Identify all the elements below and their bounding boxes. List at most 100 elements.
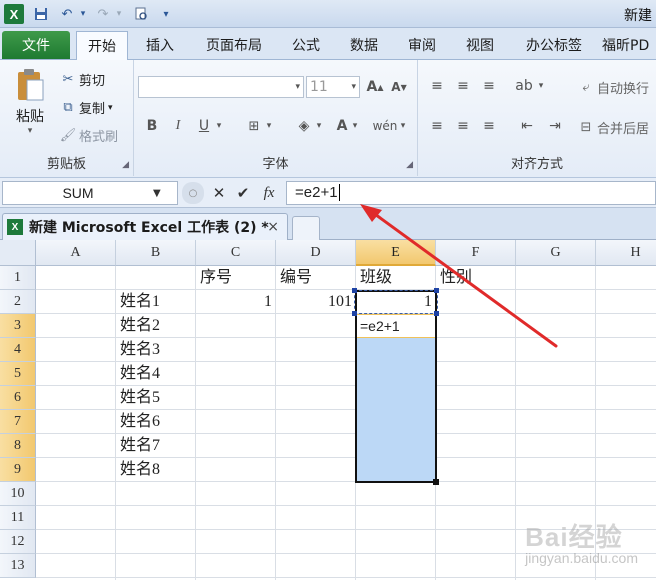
- column-header-d[interactable]: D: [276, 240, 356, 266]
- merge-center-button[interactable]: ⊟ 合并后居: [578, 118, 649, 137]
- fill-handle[interactable]: [433, 479, 439, 485]
- new-workbook-tab[interactable]: [292, 216, 320, 240]
- workbook-tab[interactable]: X 新建 Microsoft Excel 工作表 (2) * ×: [2, 213, 288, 240]
- align-top-icon[interactable]: ≡: [428, 76, 446, 96]
- decrease-indent-icon[interactable]: ⇤: [518, 116, 536, 136]
- tab-office-tab[interactable]: 办公标签: [514, 31, 594, 59]
- fill-color-icon[interactable]: ◈: [294, 116, 314, 136]
- tab-data[interactable]: 数据: [338, 31, 390, 59]
- font-color-dropdown-icon[interactable]: ▾: [350, 116, 360, 136]
- wrap-text-button[interactable]: ⤶ 自动换行: [578, 78, 649, 97]
- align-right-icon[interactable]: ≡: [480, 116, 498, 136]
- bold-icon[interactable]: B: [144, 116, 160, 136]
- font-launcher-icon[interactable]: ◢: [406, 160, 413, 170]
- cell-c1[interactable]: 序号: [196, 266, 276, 290]
- row-header-3[interactable]: 3: [0, 314, 36, 338]
- phonetic-dropdown-icon[interactable]: ▾: [398, 116, 408, 136]
- tab-home[interactable]: 开始: [76, 31, 128, 60]
- borders-icon[interactable]: ⊞: [244, 116, 264, 136]
- cell-b2[interactable]: 姓名1: [116, 290, 196, 314]
- column-header-f[interactable]: F: [436, 240, 516, 266]
- tab-foxit-pdf[interactable]: 福昕PD: [602, 31, 656, 59]
- worksheet-grid[interactable]: ABCDEFGH 1 2 3 4 5 6 7 8 9 10 11 12 13 序号 编号 班级 性别 姓名1 1 1…: [0, 240, 656, 580]
- row-header-1[interactable]: 1: [0, 266, 36, 290]
- row-header-13[interactable]: 13: [0, 554, 36, 578]
- font-size-combo[interactable]: 11 ▾: [306, 76, 360, 98]
- column-header-b[interactable]: B: [116, 240, 196, 266]
- row-header-7[interactable]: 7: [0, 410, 36, 434]
- cell-b9[interactable]: 姓名8: [116, 458, 196, 482]
- row-header-2[interactable]: 2: [0, 290, 36, 314]
- undo-icon[interactable]: ↶: [58, 4, 76, 24]
- increase-indent-icon[interactable]: ⇥: [546, 116, 564, 136]
- formula-bar-grip-icon[interactable]: ○: [182, 182, 204, 204]
- tab-review[interactable]: 审阅: [398, 31, 446, 59]
- redo-dropdown-icon[interactable]: ▾: [114, 4, 124, 24]
- print-preview-icon[interactable]: [132, 4, 150, 24]
- phonetic-icon[interactable]: wén: [373, 116, 398, 136]
- insert-function-icon[interactable]: fx: [258, 182, 280, 204]
- chevron-down-icon[interactable]: ▼: [153, 188, 161, 199]
- borders-dropdown-icon[interactable]: ▾: [264, 116, 274, 136]
- tab-formulas[interactable]: 公式: [282, 31, 330, 59]
- font-name-combo[interactable]: ▾: [138, 76, 304, 98]
- row-header-11[interactable]: 11: [0, 506, 36, 530]
- close-icon[interactable]: ×: [267, 219, 279, 235]
- cancel-icon[interactable]: ✕: [210, 182, 228, 204]
- formula-input[interactable]: =e2+1: [286, 181, 656, 205]
- cut-button[interactable]: ✂ 剪切: [60, 70, 105, 89]
- align-bottom-icon[interactable]: ≡: [480, 76, 498, 96]
- fill-color-dropdown-icon[interactable]: ▾: [314, 116, 324, 136]
- tab-file[interactable]: 文件: [2, 31, 70, 59]
- cell-b5[interactable]: 姓名4: [116, 362, 196, 386]
- cell-b4[interactable]: 姓名3: [116, 338, 196, 362]
- shrink-font-icon[interactable]: A ▼: [390, 77, 408, 97]
- tab-page-layout[interactable]: 页面布局: [194, 31, 274, 59]
- cell-b7[interactable]: 姓名6: [116, 410, 196, 434]
- copy-button[interactable]: ⧉ 复制 ▾: [60, 98, 112, 117]
- cell-b8[interactable]: 姓名7: [116, 434, 196, 458]
- save-icon[interactable]: [32, 4, 50, 24]
- align-center-icon[interactable]: ≡: [454, 116, 472, 136]
- cell-d1[interactable]: 编号: [276, 266, 356, 290]
- orientation-icon[interactable]: ab: [514, 76, 534, 96]
- row-header-4[interactable]: 4: [0, 338, 36, 362]
- tab-insert[interactable]: 插入: [134, 31, 186, 59]
- underline-icon[interactable]: U: [196, 116, 212, 136]
- row-header-6[interactable]: 6: [0, 386, 36, 410]
- row-header-8[interactable]: 8: [0, 434, 36, 458]
- select-all-corner[interactable]: [0, 240, 36, 266]
- orientation-dropdown-icon[interactable]: ▾: [536, 76, 546, 96]
- cell-e3[interactable]: =e2+1: [356, 314, 436, 338]
- align-left-icon[interactable]: ≡: [428, 116, 446, 136]
- cell-e2[interactable]: 1: [356, 290, 436, 314]
- font-color-icon[interactable]: A: [334, 116, 350, 136]
- excel-app-icon[interactable]: X: [4, 4, 24, 24]
- row-header-9[interactable]: 9: [0, 458, 36, 482]
- row-header-12[interactable]: 12: [0, 530, 36, 554]
- column-header-g[interactable]: G: [516, 240, 596, 266]
- clipboard-launcher-icon[interactable]: ◢: [122, 160, 129, 170]
- italic-icon[interactable]: I: [170, 116, 186, 136]
- cell-f1[interactable]: 性别: [436, 266, 516, 290]
- column-header-a[interactable]: A: [36, 240, 116, 266]
- cell-c2[interactable]: 1: [196, 290, 276, 314]
- row-header-5[interactable]: 5: [0, 362, 36, 386]
- row-header-10[interactable]: 10: [0, 482, 36, 506]
- cell-e1[interactable]: 班级: [356, 266, 436, 290]
- underline-dropdown-icon[interactable]: ▾: [214, 116, 224, 136]
- paste-button[interactable]: 粘贴 ▾: [10, 68, 50, 136]
- column-header-h[interactable]: H: [596, 240, 656, 266]
- name-box[interactable]: SUM ▼: [2, 181, 178, 205]
- cell-d2[interactable]: 101: [276, 290, 356, 314]
- tab-view[interactable]: 视图: [454, 31, 506, 59]
- grow-font-icon[interactable]: A ▲: [366, 77, 384, 97]
- cell-b6[interactable]: 姓名5: [116, 386, 196, 410]
- format-painter-button[interactable]: 🖌 格式刷: [60, 126, 118, 145]
- redo-icon[interactable]: ↷: [94, 4, 112, 24]
- column-header-e[interactable]: E: [356, 240, 436, 266]
- column-header-c[interactable]: C: [196, 240, 276, 266]
- enter-check-icon[interactable]: ✔: [234, 182, 252, 204]
- align-middle-icon[interactable]: ≡: [454, 76, 472, 96]
- undo-dropdown-icon[interactable]: ▾: [78, 4, 88, 24]
